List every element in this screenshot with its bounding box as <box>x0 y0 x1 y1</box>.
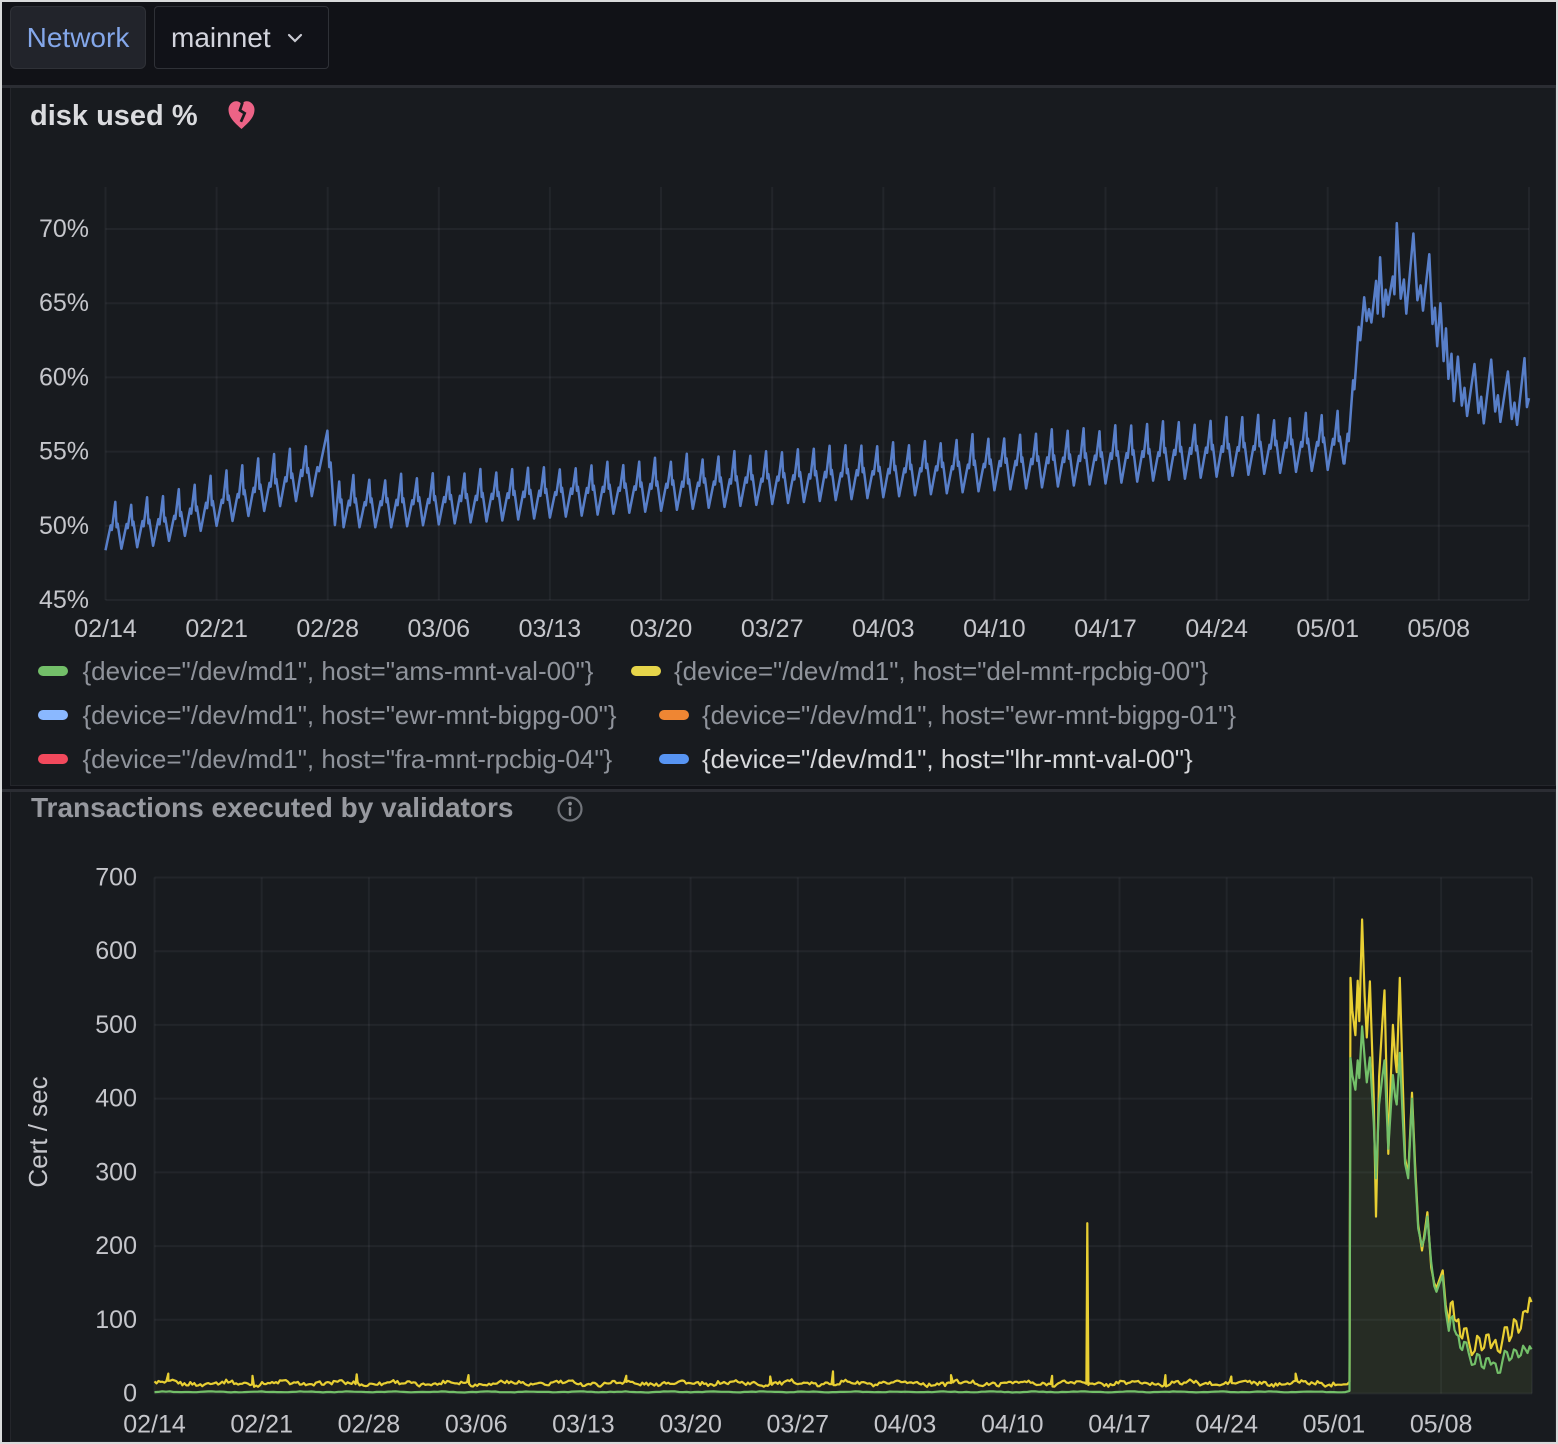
svg-text:02/14: 02/14 <box>123 1411 186 1439</box>
svg-text:04/24: 04/24 <box>1185 615 1248 643</box>
svg-text:500: 500 <box>95 1011 137 1039</box>
svg-text:02/21: 02/21 <box>185 615 248 643</box>
svg-text:05/08: 05/08 <box>1410 1411 1473 1439</box>
svg-text:100: 100 <box>95 1306 137 1334</box>
svg-text:200: 200 <box>95 1232 137 1260</box>
svg-text:02/28: 02/28 <box>296 615 359 643</box>
svg-text:03/13: 03/13 <box>552 1411 615 1439</box>
svg-text:50%: 50% <box>39 512 89 540</box>
svg-text:03/13: 03/13 <box>519 615 582 643</box>
svg-text:03/27: 03/27 <box>767 1411 830 1439</box>
svg-text:45%: 45% <box>39 586 89 614</box>
svg-text:600: 600 <box>95 937 137 965</box>
svg-text:02/14: 02/14 <box>74 615 137 643</box>
svg-text:05/08: 05/08 <box>1408 615 1471 643</box>
svg-text:04/17: 04/17 <box>1088 1411 1151 1439</box>
svg-text:05/01: 05/01 <box>1296 615 1359 643</box>
svg-text:03/20: 03/20 <box>659 1411 722 1439</box>
svg-text:04/10: 04/10 <box>963 615 1026 643</box>
svg-text:60%: 60% <box>39 363 89 391</box>
svg-text:04/10: 04/10 <box>981 1411 1044 1439</box>
svg-text:04/17: 04/17 <box>1074 615 1137 643</box>
svg-text:02/21: 02/21 <box>230 1411 293 1439</box>
svg-text:03/20: 03/20 <box>630 615 693 643</box>
svg-text:70%: 70% <box>39 215 89 243</box>
svg-text:04/03: 04/03 <box>852 615 915 643</box>
svg-text:0: 0 <box>123 1380 137 1408</box>
svg-text:03/06: 03/06 <box>445 1411 508 1439</box>
svg-text:65%: 65% <box>39 289 89 317</box>
svg-text:55%: 55% <box>39 438 89 466</box>
svg-text:400: 400 <box>95 1085 137 1113</box>
svg-text:05/01: 05/01 <box>1303 1411 1366 1439</box>
svg-text:04/24: 04/24 <box>1195 1411 1258 1439</box>
svg-text:04/03: 04/03 <box>874 1411 937 1439</box>
svg-text:700: 700 <box>95 864 137 892</box>
svg-text:03/27: 03/27 <box>741 615 804 643</box>
svg-text:02/28: 02/28 <box>338 1411 401 1439</box>
svg-text:300: 300 <box>95 1158 137 1186</box>
svg-text:Cert / sec: Cert / sec <box>23 1076 53 1187</box>
svg-text:03/06: 03/06 <box>408 615 471 643</box>
